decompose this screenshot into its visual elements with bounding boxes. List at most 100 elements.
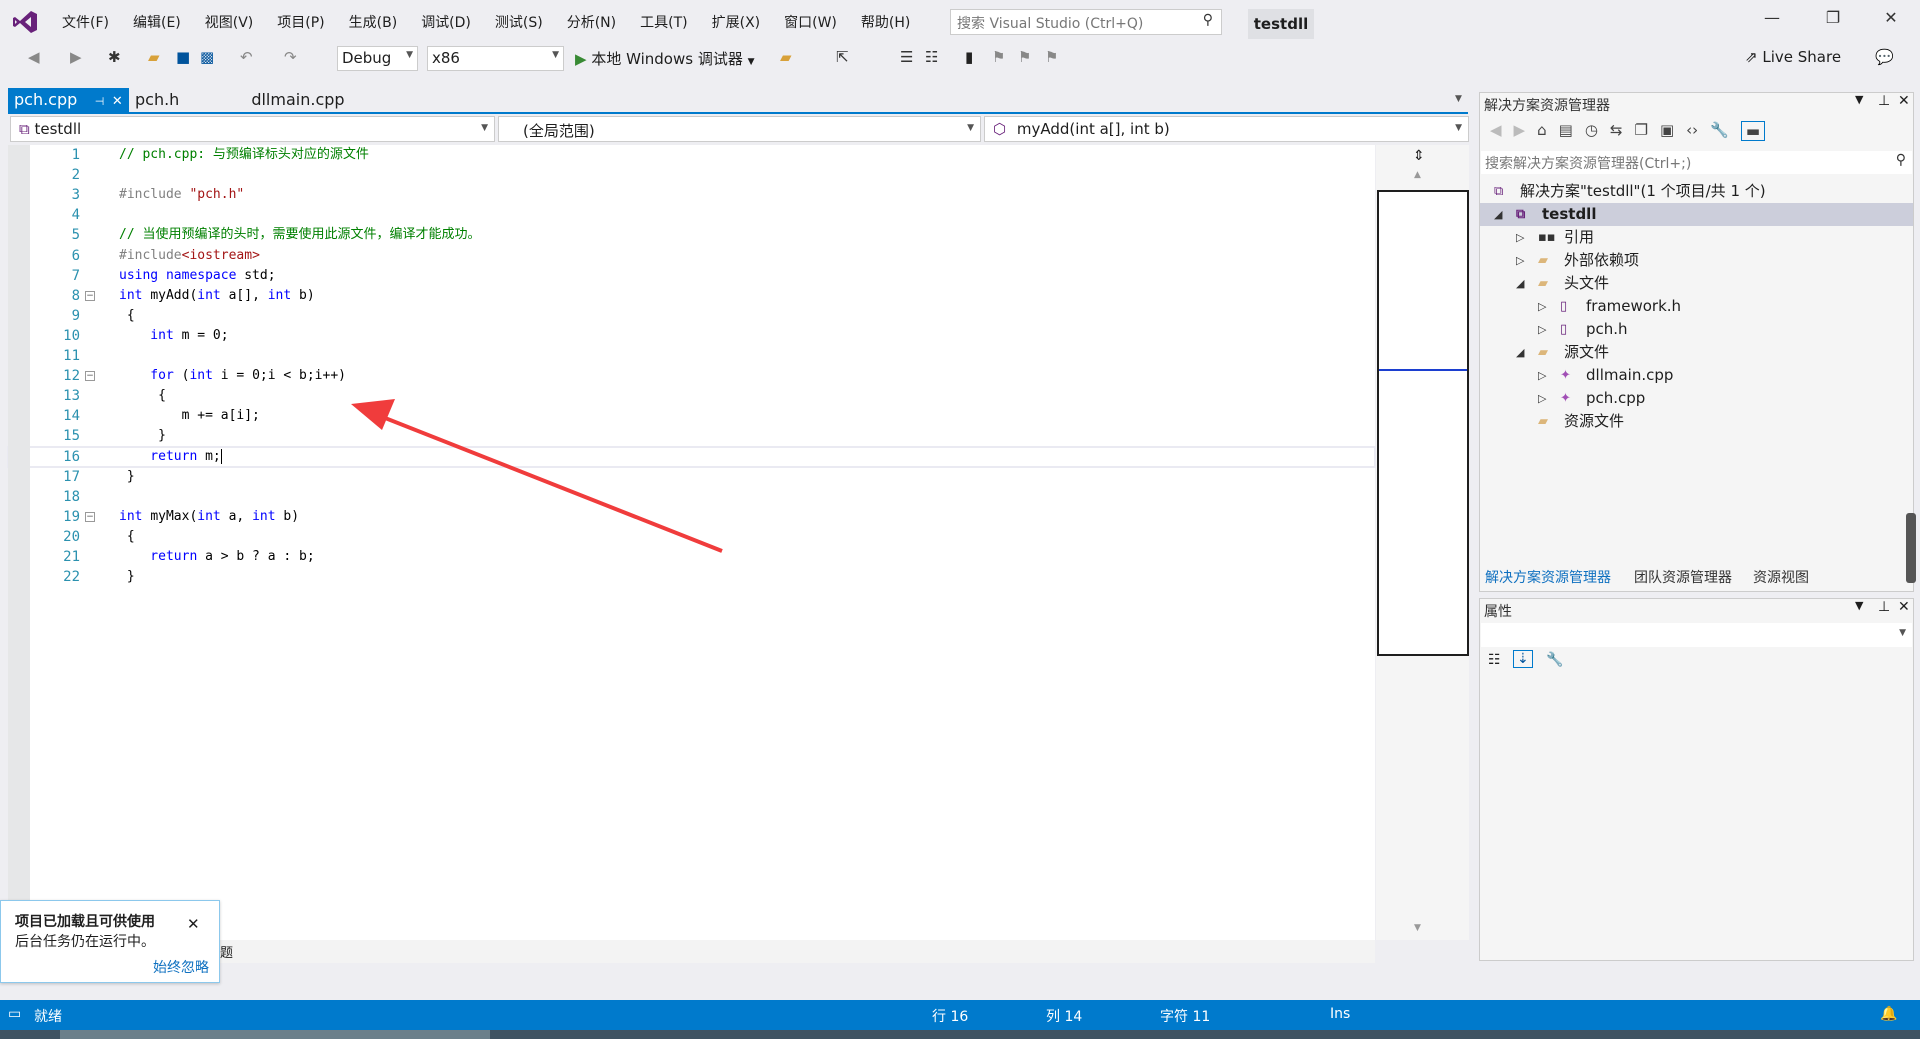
code-line[interactable]: 12− for (int i = 0;i < b;i++) <box>8 366 1375 386</box>
step-icon[interactable]: ⇱ <box>836 48 849 66</box>
platform-select[interactable]: x86 ▼ <box>427 46 564 71</box>
tree-item[interactable]: ▰ 资源文件 <box>1480 410 1913 433</box>
menu-item[interactable]: 分析(N) <box>555 12 628 32</box>
bookmark-icon[interactable]: ▮ <box>965 48 973 66</box>
home-icon[interactable]: ⌂ <box>1537 121 1547 141</box>
collapsed-arrow-icon[interactable]: ▷ <box>1538 387 1546 410</box>
forward-icon[interactable]: ▶ <box>1514 121 1526 141</box>
menu-item[interactable]: 工具(T) <box>628 12 699 32</box>
collapse-icon[interactable]: − <box>85 371 95 382</box>
tab-overflow-icon[interactable]: ▼ <box>1455 94 1462 104</box>
bottom-tab[interactable]: 资源视图 <box>1753 567 1809 587</box>
collapsed-arrow-icon[interactable]: ▷ <box>1516 226 1524 249</box>
show-all-files-icon[interactable]: ▣ <box>1660 121 1674 141</box>
code-line[interactable]: 19− int myMax(int a, int b) <box>8 507 1375 527</box>
code-line[interactable]: 10 int m = 0; <box>8 326 1375 346</box>
minimize-button[interactable]: — <box>1757 8 1787 27</box>
code-line[interactable]: 15 } <box>8 426 1375 446</box>
object-select[interactable]: ▼ <box>1481 623 1912 647</box>
code-line[interactable]: 21 return a > b ? a : b; <box>8 547 1375 567</box>
menu-item[interactable]: 窗口(W) <box>772 12 849 32</box>
sync-icon[interactable]: ⇆ <box>1610 121 1623 141</box>
scroll-up-icon[interactable]: ▲ <box>1414 170 1421 180</box>
search-input[interactable]: 搜索 Visual Studio (Ctrl+Q) ⚲ <box>950 9 1222 35</box>
expanded-arrow-icon[interactable]: ◢ <box>1494 203 1502 226</box>
tree-item[interactable]: ◢ ▰ 源文件 <box>1480 341 1913 364</box>
tree-item[interactable]: ▷ ▪▪ 引用 <box>1480 226 1913 249</box>
tree-item[interactable]: ◢ ▰ 头文件 <box>1480 272 1913 295</box>
tree-item[interactable]: ▷ ▰ 外部依赖项 <box>1480 249 1913 272</box>
preview-selected-icon[interactable]: ▬ <box>1740 121 1765 141</box>
collapse-all-icon[interactable]: ❐ <box>1634 121 1647 141</box>
code-line[interactable]: 1 // pch.cpp: 与预编译标头对应的源文件 <box>8 145 1375 165</box>
code-line[interactable]: 4 <box>8 205 1375 225</box>
code-line[interactable]: 11 <box>8 346 1375 366</box>
tab-pch-cpp[interactable]: pch.cpp ⊣ ✕ <box>8 88 129 113</box>
bottom-tab[interactable]: 解决方案资源管理器 <box>1485 567 1611 587</box>
code-line[interactable]: 7 using namespace std; <box>8 266 1375 286</box>
code-line[interactable]: 3 #include "pch.h" <box>8 185 1375 205</box>
property-pages-icon[interactable]: 🔧 <box>1546 652 1563 668</box>
code-line[interactable]: 6 #include<iostream> <box>8 246 1375 266</box>
tree-item[interactable]: ▷ ✦ pch.cpp <box>1480 387 1913 410</box>
menu-item[interactable]: 生成(B) <box>337 12 410 32</box>
properties-icon[interactable]: 🔧 <box>1710 121 1729 141</box>
tab-dllmain-cpp[interactable]: dllmain.cpp <box>245 88 350 113</box>
find-in-files-icon[interactable]: ▰ <box>780 48 792 66</box>
switch-views-icon[interactable]: ▤ <box>1559 121 1573 141</box>
code-line[interactable]: 2 <box>8 165 1375 185</box>
bottom-tab[interactable]: 团队资源管理器 <box>1634 567 1732 587</box>
pin-icon[interactable]: ⊥ <box>1878 93 1890 109</box>
pin-tab-icon[interactable]: ⊣ <box>91 95 108 108</box>
panel-menu-icon[interactable]: ▼ <box>1855 599 1863 612</box>
tree-item[interactable]: ▷ ▯ pch.h <box>1480 318 1913 341</box>
code-line[interactable]: 17 } <box>8 467 1375 487</box>
expanded-arrow-icon[interactable]: ◢ <box>1516 341 1524 364</box>
scope-dropdown[interactable]: (全局范围) ▼ <box>498 116 981 142</box>
panel-menu-icon[interactable]: ▼ <box>1855 93 1863 106</box>
feedback-icon[interactable]: 💬 <box>1875 48 1894 66</box>
member-dropdown[interactable]: ⬡ myAdd(int a[], int b) ▼ <box>984 116 1469 142</box>
collapsed-arrow-icon[interactable]: ▷ <box>1538 364 1546 387</box>
code-editor[interactable]: 1 // pch.cpp: 与预编译标头对应的源文件 2 3 #include "pch… <box>7 145 1376 940</box>
expanded-arrow-icon[interactable]: ◢ <box>1516 272 1524 295</box>
map-viewport[interactable] <box>1377 190 1469 656</box>
menu-item[interactable]: 扩展(X) <box>700 12 773 32</box>
tree-item[interactable]: ▷ ✦ dllmain.cpp <box>1480 364 1913 387</box>
categorized-icon[interactable]: ☷ <box>1488 652 1501 668</box>
menu-item[interactable]: 项目(P) <box>265 12 336 32</box>
comment-icon[interactable]: ☰ <box>900 48 913 66</box>
close-panel-icon[interactable]: ✕ <box>1898 599 1910 615</box>
notifications-bell-icon[interactable]: 🔔 <box>1880 1006 1897 1022</box>
partial-tab-label[interactable]: 题 <box>220 946 233 961</box>
code-line[interactable]: 9 { <box>8 306 1375 326</box>
uncomment-icon[interactable]: ☷ <box>925 48 938 66</box>
alphabetical-icon[interactable]: ⇣ <box>1513 650 1533 668</box>
start-debugging-button[interactable]: ▶ 本地 Windows 调试器 ▼ <box>575 48 755 69</box>
tree-item[interactable]: ▷ ▯ framework.h <box>1480 295 1913 318</box>
resize-grip[interactable] <box>1906 513 1916 583</box>
open-file-icon[interactable]: ▰ <box>148 48 160 66</box>
close-window-button[interactable]: ✕ <box>1876 8 1906 27</box>
collapsed-arrow-icon[interactable]: ▷ <box>1538 318 1546 341</box>
menu-item[interactable]: 文件(F) <box>50 12 121 32</box>
code-line[interactable]: 13 { <box>8 386 1375 406</box>
menu-item[interactable]: 帮助(H) <box>849 12 922 32</box>
code-line[interactable]: 5 // 当使用预编译的头时，需要使用此源文件，编译才能成功。 <box>8 225 1375 245</box>
split-icon[interactable]: ⇕ <box>1413 148 1425 164</box>
project-dropdown[interactable]: ⧉ testdll ▼ <box>10 116 495 142</box>
code-line[interactable]: 22 } <box>8 567 1375 587</box>
taskbar-item[interactable] <box>60 1030 490 1039</box>
ignore-link[interactable]: 始终忽略 <box>153 957 209 977</box>
tab-pch-h[interactable]: pch.h <box>129 88 185 113</box>
restore-button[interactable]: ❐ <box>1818 8 1848 27</box>
collapsed-arrow-icon[interactable]: ▷ <box>1516 249 1524 272</box>
view-code-icon[interactable]: ‹› <box>1686 121 1698 141</box>
redo-icon[interactable]: ↷ <box>284 48 297 66</box>
close-tab-icon[interactable]: ✕ <box>112 94 123 109</box>
menu-item[interactable]: 视图(V) <box>193 12 266 32</box>
scroll-down-icon[interactable]: ▼ <box>1414 923 1421 933</box>
collapsed-arrow-icon[interactable]: ▷ <box>1538 295 1546 318</box>
tree-item[interactable]: ⧉ 解决方案"testdll"(1 个项目/共 1 个) <box>1480 180 1913 203</box>
back-icon[interactable]: ◀ <box>28 48 40 66</box>
